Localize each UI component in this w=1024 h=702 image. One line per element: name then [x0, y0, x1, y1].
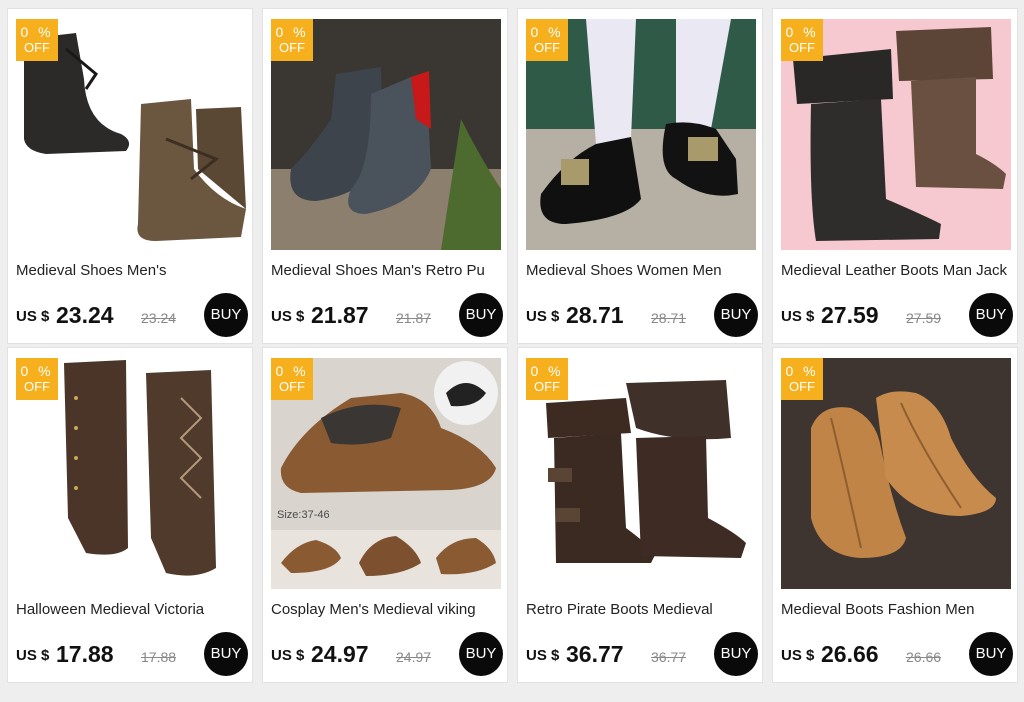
price-row: US $ 28.71 28.71 BUY [526, 293, 758, 342]
currency-label: US $ [271, 308, 305, 325]
currency-label: US $ [526, 647, 560, 664]
currency-label: US $ [526, 308, 560, 325]
product-card[interactable]: 0 % OFF Medieval Leather Boots Man Jack … [772, 8, 1018, 344]
original-price: 27.59 [906, 310, 942, 326]
size-label: Size:37-46 [277, 509, 330, 521]
buy-button[interactable]: BUY [969, 632, 1013, 676]
original-price: 23.24 [141, 310, 177, 326]
currency-label: US $ [781, 308, 815, 325]
discount-badge: 0 % OFF [16, 19, 58, 61]
original-price: 24.97 [396, 649, 432, 665]
product-card[interactable]: 0 % OFF Medieval Boots Fashion Men US $ … [772, 347, 1018, 683]
product-title[interactable]: Halloween Medieval Victoria [16, 601, 248, 618]
price-row: US $ 36.77 36.77 BUY [526, 632, 758, 681]
price: 27.59 [821, 302, 879, 328]
product-title[interactable]: Cosplay Men's Medieval viking [271, 601, 503, 618]
original-price: 21.87 [396, 310, 432, 326]
discount-badge: 0 % OFF [781, 358, 823, 400]
buy-button[interactable]: BUY [204, 632, 248, 676]
price-row: US $ 17.88 17.88 BUY [16, 632, 248, 681]
product-card[interactable]: 0 % OFF Medieval Shoes Man's Retro Pu US… [262, 8, 508, 344]
currency-label: US $ [16, 647, 50, 664]
product-grid: 0 % OFF Medieval Shoes Men's US $ 23.24 … [0, 0, 1024, 702]
buy-button[interactable]: BUY [459, 632, 503, 676]
buy-button[interactable]: BUY [459, 293, 503, 337]
price: 28.71 [566, 302, 624, 328]
buy-button[interactable]: BUY [969, 293, 1013, 337]
price-row: US $ 27.59 27.59 BUY [781, 293, 1013, 342]
price: 24.97 [311, 641, 369, 667]
discount-badge: 0 % OFF [271, 19, 313, 61]
discount-badge: 0 % OFF [781, 19, 823, 61]
discount-badge: 0 % OFF [526, 358, 568, 400]
currency-label: US $ [271, 647, 305, 664]
discount-badge: 0 % OFF [16, 358, 58, 400]
discount-badge: 0 % OFF [271, 358, 313, 400]
product-card[interactable]: 0 % OFF Size:37-46 Cosplay Men's Medieva… [262, 347, 508, 683]
price: 17.88 [56, 641, 114, 667]
product-card[interactable]: 0 % OFF Halloween Medieval Victoria US $… [7, 347, 253, 683]
product-card[interactable]: 0 % OFF Medieval Shoes Men's US $ 23.24 … [7, 8, 253, 344]
product-title[interactable]: Medieval Shoes Women Men [526, 262, 758, 279]
currency-label: US $ [781, 647, 815, 664]
product-card[interactable]: 0 % OFF Medieval Shoes Women Men US $ 28… [517, 8, 763, 344]
discount-badge: 0 % OFF [526, 19, 568, 61]
original-price: 28.71 [651, 310, 687, 326]
price: 26.66 [821, 641, 879, 667]
buy-button[interactable]: BUY [204, 293, 248, 337]
price: 36.77 [566, 641, 624, 667]
price: 21.87 [311, 302, 369, 328]
original-price: 26.66 [906, 649, 942, 665]
product-title[interactable]: Medieval Shoes Man's Retro Pu [271, 262, 503, 279]
product-title[interactable]: Medieval Boots Fashion Men [781, 601, 1013, 618]
product-title[interactable]: Medieval Leather Boots Man Jack [781, 262, 1013, 279]
product-title[interactable]: Retro Pirate Boots Medieval [526, 601, 758, 618]
product-title[interactable]: Medieval Shoes Men's [16, 262, 248, 279]
buy-button[interactable]: BUY [714, 632, 758, 676]
buy-button[interactable]: BUY [714, 293, 758, 337]
price-row: US $ 21.87 21.87 BUY [271, 293, 503, 342]
price-row: US $ 23.24 23.24 BUY [16, 293, 248, 342]
original-price: 17.88 [141, 649, 177, 665]
price-row: US $ 26.66 26.66 BUY [781, 632, 1013, 681]
product-card[interactable]: 0 % OFF Retro Pirate Boots Medieval US $… [517, 347, 763, 683]
original-price: 36.77 [651, 649, 687, 665]
price-row: US $ 24.97 24.97 BUY [271, 632, 503, 681]
currency-label: US $ [16, 308, 50, 325]
price: 23.24 [56, 302, 114, 328]
